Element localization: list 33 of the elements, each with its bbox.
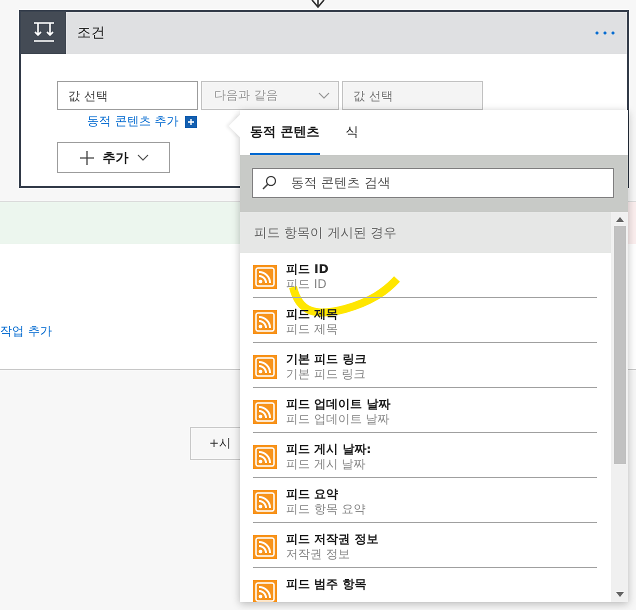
rss-icon	[253, 535, 277, 559]
content-item[interactable]: 피드 업데이트 날짜 피드 업데이트 날짜	[253, 388, 597, 433]
rss-icon	[253, 265, 277, 289]
rss-icon	[253, 310, 277, 334]
arrow-icon	[310, 0, 326, 9]
more-icon[interactable]	[595, 31, 615, 35]
plus-icon[interactable]	[184, 116, 197, 128]
content-item[interactable]: 피드 범주 항목	[253, 568, 597, 602]
section-header: 피드 항목이 게시된 경우	[240, 212, 611, 253]
content-item[interactable]: 피드 저작권 정보 저작권 정보	[253, 523, 597, 568]
chevron-icon	[318, 92, 330, 99]
content-item[interactable]: 피드 ID 피드 ID	[253, 253, 597, 298]
rss-icon	[253, 445, 277, 469]
search-icon	[262, 175, 277, 190]
rss-icon	[253, 490, 277, 514]
scrollbar[interactable]	[611, 212, 628, 602]
add-action-link[interactable]: 작업 추가	[0, 323, 52, 340]
content-item[interactable]: 피드 요약 피드 항목 요약	[253, 478, 597, 523]
condition-icon	[32, 21, 56, 45]
search-field[interactable]: 동적 콘텐츠 검색	[252, 168, 614, 198]
content-item[interactable]: 기본 피드 링크 기본 피드 링크	[253, 343, 597, 388]
chevron-icon	[136, 154, 148, 161]
scroll-up-icon[interactable]	[616, 217, 624, 222]
plus-icon	[78, 150, 94, 166]
rss-icon	[253, 400, 277, 424]
value-field[interactable]: 값 선택	[57, 81, 198, 110]
content-item[interactable]: 피드 게시 날짜: 피드 게시 날짜	[253, 433, 597, 478]
add-dynamic-content-link[interactable]: 동적 콘텐츠 추가	[87, 113, 179, 130]
add-button[interactable]: 추가	[57, 142, 170, 173]
rss-icon	[253, 355, 277, 379]
scroll-down-icon[interactable]	[616, 592, 624, 597]
card-title: 조건	[77, 24, 106, 42]
tab[interactable]: 식	[346, 110, 359, 155]
